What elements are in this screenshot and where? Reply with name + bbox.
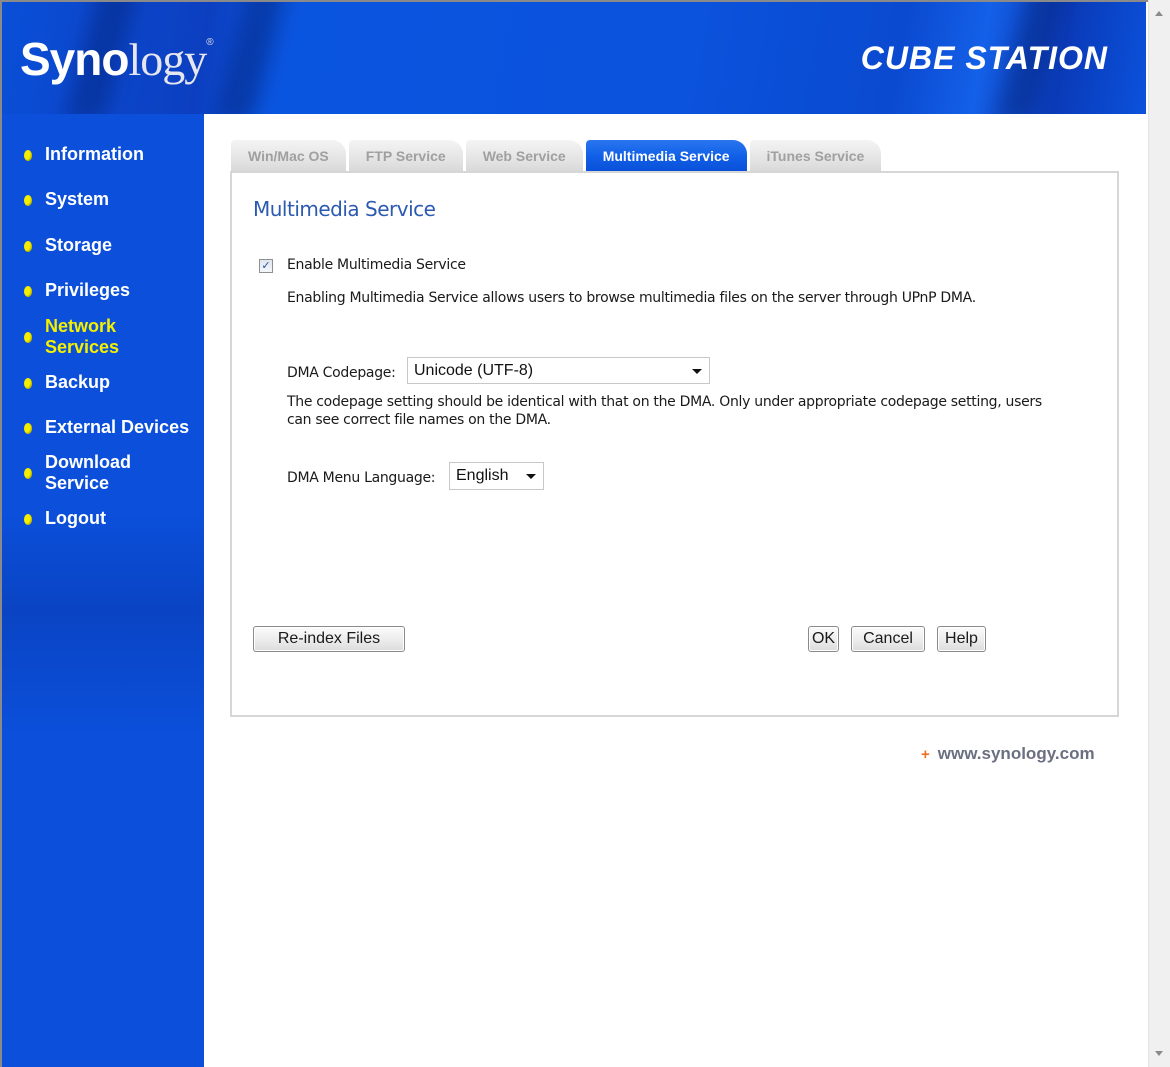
- plus-icon: +: [921, 745, 930, 763]
- dropdown-arrow-icon: [526, 474, 536, 479]
- sidebar-item-label: Services: [45, 337, 120, 357]
- enable-multimedia-label[interactable]: Enable Multimedia Service: [287, 257, 466, 273]
- tab-win-mac-os[interactable]: Win/Mac OS: [231, 140, 346, 172]
- sidebar-item-information[interactable]: Information: [2, 144, 204, 165]
- reindex-files-button[interactable]: Re-index Files: [253, 626, 405, 652]
- sidebar-item-network-services[interactable]: Network Services: [2, 316, 204, 358]
- main-content: Win/Mac OS FTP Service Web Service Multi…: [204, 114, 1146, 1067]
- sidebar-item-label: Storage: [45, 235, 113, 255]
- codepage-selected-value: Unicode (UTF-8): [414, 361, 534, 379]
- help-button[interactable]: Help: [937, 626, 986, 652]
- bullet-icon: [24, 514, 32, 525]
- synology-website-link[interactable]: + www.synology.com: [921, 744, 1095, 764]
- product-name: CUBE STATION: [860, 40, 1108, 76]
- sidebar-item-label: Privileges: [45, 280, 131, 300]
- dropdown-arrow-icon: [692, 368, 702, 374]
- sidebar-item-logout[interactable]: Logout: [2, 508, 204, 529]
- checkmark-icon: ✓: [261, 259, 271, 272]
- enable-multimedia-description: Enabling Multimedia Service allows users…: [287, 290, 976, 306]
- sidebar-item-label: Download: [45, 452, 131, 472]
- bullet-icon: [24, 286, 32, 297]
- tab-web-service[interactable]: Web Service: [465, 140, 583, 172]
- sidebar-item-system[interactable]: System: [2, 189, 204, 210]
- sidebar-item-label: External Devices: [45, 417, 190, 437]
- enable-multimedia-checkbox[interactable]: ✓: [259, 259, 273, 273]
- sidebar-item-backup[interactable]: Backup: [2, 372, 204, 393]
- menu-language-select[interactable]: English: [449, 462, 544, 490]
- vertical-scrollbar[interactable]: [1148, 0, 1170, 1067]
- bullet-icon: [24, 468, 32, 479]
- sidebar-item-external-devices[interactable]: External Devices: [2, 417, 204, 438]
- tab-ftp-service[interactable]: FTP Service: [348, 140, 463, 172]
- sidebar-item-label: Information: [45, 144, 144, 164]
- menu-language-selected-value: English: [456, 467, 509, 484]
- bullet-icon: [24, 195, 32, 206]
- sidebar-item-label: Logout: [45, 508, 106, 528]
- sidebar-item-label: Service: [45, 473, 110, 493]
- tab-itunes-service[interactable]: iTunes Service: [749, 140, 882, 172]
- sidebar-item-label: Backup: [45, 372, 111, 392]
- tab-multimedia-service[interactable]: Multimedia Service: [585, 140, 747, 172]
- synology-logo: Synology®: [20, 32, 214, 86]
- website-link-text: www.synology.com: [937, 744, 1095, 763]
- logo-bold-text: Syno: [20, 33, 129, 85]
- logo-light-text: logy: [128, 34, 207, 85]
- cancel-button[interactable]: Cancel: [851, 626, 925, 652]
- bullet-icon: [24, 150, 32, 161]
- service-tabs: Win/Mac OS FTP Service Web Service Multi…: [231, 139, 884, 172]
- multimedia-settings-panel: Multimedia Service ✓ Enable Multimedia S…: [230, 171, 1119, 717]
- sidebar-item-storage[interactable]: Storage: [2, 235, 204, 256]
- bullet-icon: [24, 378, 32, 389]
- codepage-select[interactable]: Unicode (UTF-8): [407, 357, 710, 384]
- banner-decoration: [213, 2, 291, 114]
- section-title: Multimedia Service: [253, 197, 436, 221]
- sidebar-item-privileges[interactable]: Privileges: [2, 280, 204, 301]
- bullet-icon: [24, 241, 32, 252]
- registered-mark: ®: [206, 37, 213, 48]
- bullet-icon: [24, 423, 32, 434]
- scroll-down-arrow-icon[interactable]: [1155, 1051, 1163, 1056]
- header-banner: Synology® CUBE STATION: [2, 2, 1146, 114]
- ok-button[interactable]: OK: [808, 626, 839, 652]
- menu-language-label: DMA Menu Language:: [287, 470, 436, 486]
- sidebar-item-download-service[interactable]: Download Service: [2, 452, 204, 494]
- codepage-description: The codepage setting should be identical…: [287, 394, 1042, 428]
- sidebar-item-label: System: [45, 189, 110, 209]
- sidebar-item-label: Network: [45, 316, 117, 336]
- codepage-label: DMA Codepage:: [287, 365, 396, 381]
- sidebar-nav: Information System Storage Privileges Ne…: [2, 114, 204, 1067]
- scroll-up-arrow-icon[interactable]: [1155, 11, 1163, 16]
- bullet-icon: [24, 332, 32, 343]
